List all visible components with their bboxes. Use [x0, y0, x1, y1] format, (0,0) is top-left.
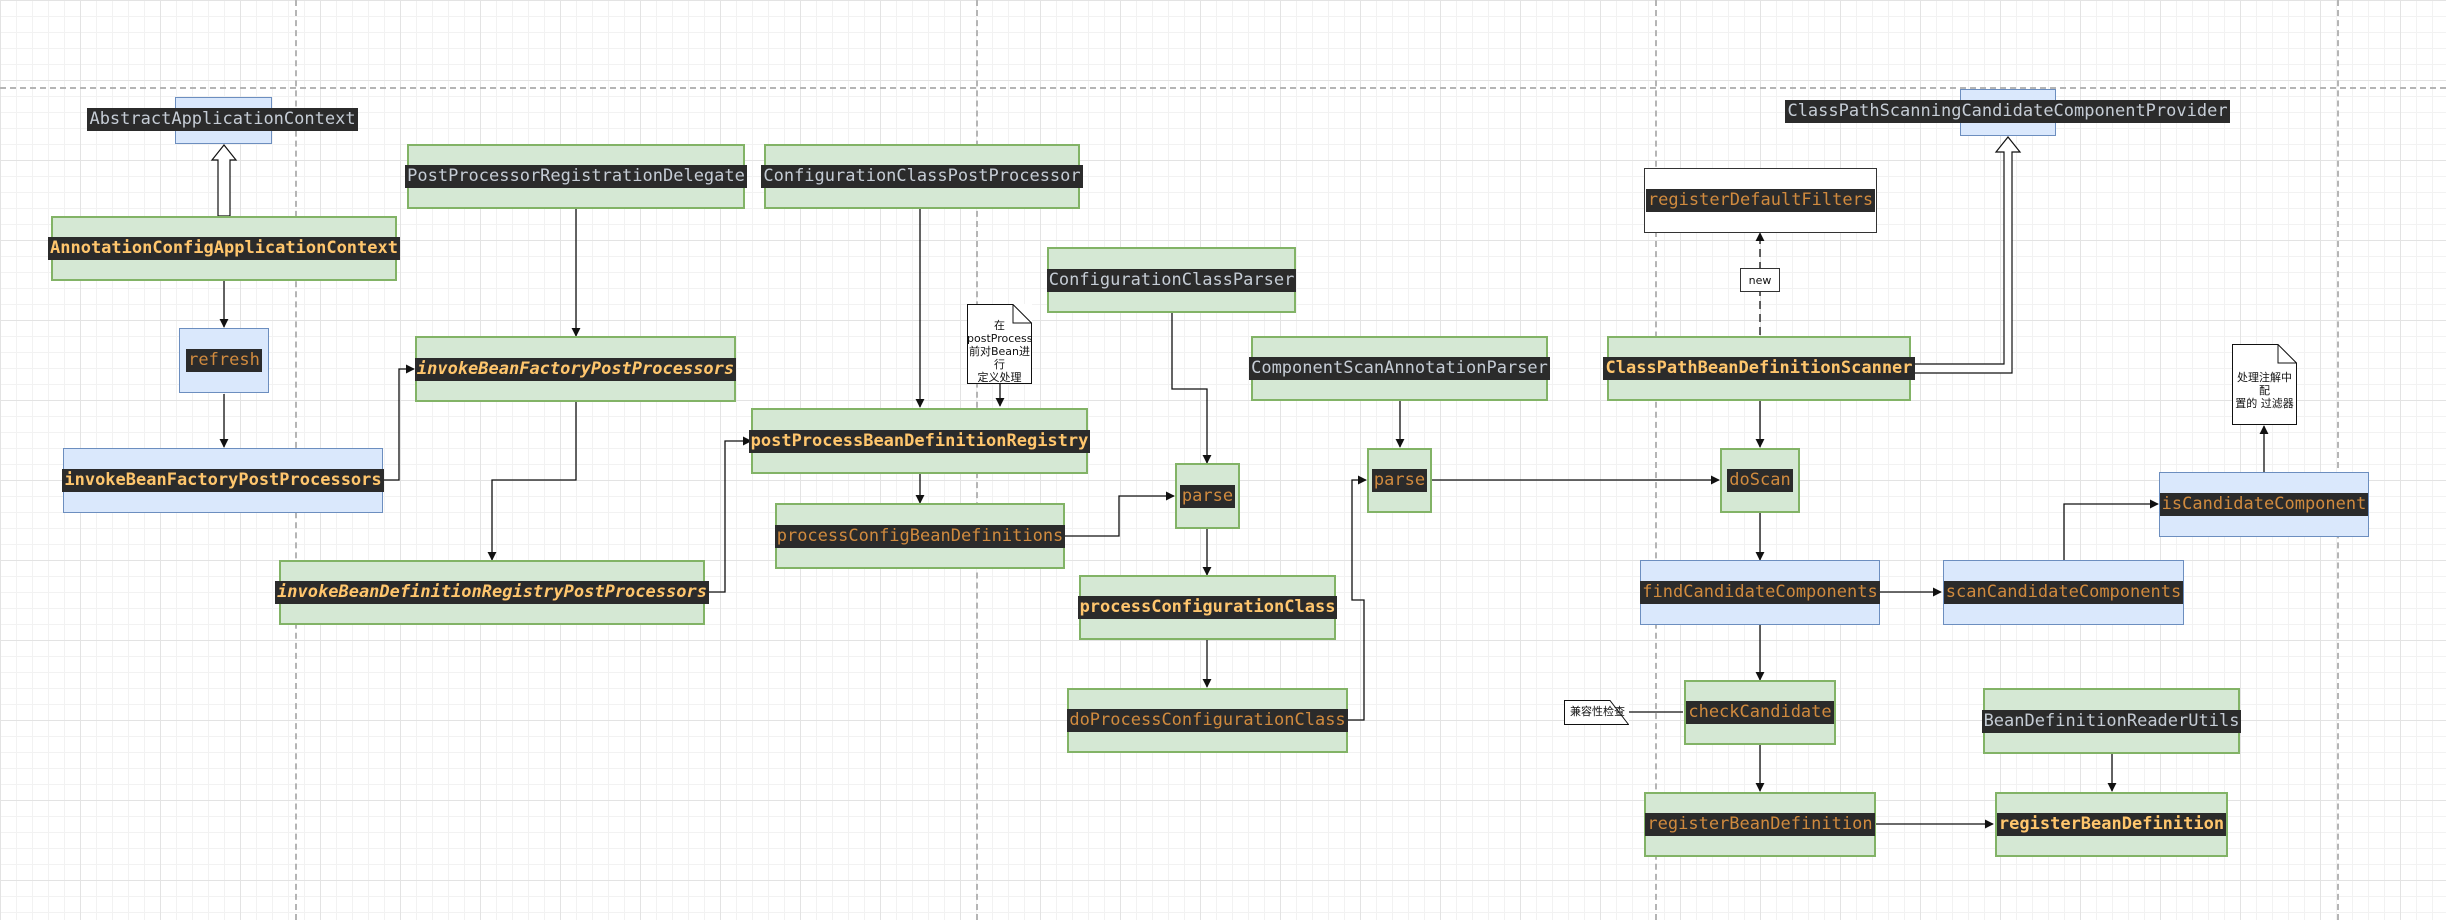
- edge-invoke-to-delegate-invoke: [383, 364, 415, 481]
- configuration-parse-label: parse: [1179, 484, 1236, 508]
- do-scan-label: doScan: [1727, 469, 1793, 492]
- scan-candidate-components-node[interactable]: scanCandidateComponents: [1943, 560, 2184, 625]
- compat-note-text: 兼容性检查: [1570, 705, 1625, 718]
- utils-register-bean-definition-label: registerBeanDefinition: [1996, 813, 2227, 836]
- configuration-class-post-processor-label: ConfigurationClassPostProcessor: [761, 165, 1083, 188]
- filter-note: 处理注解中配 置的 过滤器: [2232, 344, 2297, 425]
- bean-definition-reader-utils-node[interactable]: BeanDefinitionReaderUtils: [1981, 688, 2242, 754]
- register-default-filters-node[interactable]: registerDefaultFilters: [1644, 168, 1877, 233]
- post-process-note-line: 定义处理: [977, 371, 1022, 384]
- component-scan-parse-node[interactable]: parse: [1367, 448, 1432, 513]
- edge-parser-to-parse: [1171, 313, 1212, 464]
- edge-invoke-bdrpp-to-post-process: [705, 436, 752, 593]
- post-process-bean-definition-registry-node[interactable]: postProcessBeanDefinitionRegistry: [748, 408, 1091, 474]
- utils-register-bean-definition-node[interactable]: registerBeanDefinition: [1995, 792, 2228, 857]
- abstract-application-context-label: AbstractApplicationContext: [87, 108, 358, 131]
- configuration-class-parser-node[interactable]: ConfigurationClassParser: [1046, 247, 1297, 313]
- process-configuration-class-node[interactable]: processConfigurationClass: [1077, 575, 1338, 640]
- delegate-invoke-bean-factory-post-processors-node[interactable]: invokeBeanFactoryPostProcessors: [414, 336, 737, 402]
- check-candidate-label: checkCandidate: [1686, 701, 1834, 724]
- component-scan-annotation-parser-label: ComponentScanAnnotationParser: [1249, 357, 1550, 380]
- find-candidate-components-node[interactable]: findCandidateComponents: [1640, 560, 1880, 625]
- invoke-bean-factory-post-processors-node[interactable]: invokeBeanFactoryPostProcessors: [62, 448, 384, 513]
- scanner-register-bean-definition-label: registerBeanDefinition: [1645, 813, 1875, 836]
- do-process-configuration-class-label: doProcessConfigurationClass: [1067, 709, 1348, 732]
- compat-note: 兼容性检查: [1564, 700, 1629, 725]
- bean-definition-reader-utils-label: BeanDefinitionReaderUtils: [1981, 709, 2242, 733]
- do-process-configuration-class-node[interactable]: doProcessConfigurationClass: [1067, 688, 1348, 753]
- find-candidate-components-label: findCandidateComponents: [1640, 581, 1880, 604]
- post-process-note: 在 postProcess 前对Bean进行 定义处理: [967, 304, 1032, 384]
- configuration-parse-node[interactable]: parse: [1175, 463, 1240, 529]
- invoke-bean-factory-post-processors-label: invokeBeanFactoryPostProcessors: [62, 469, 384, 492]
- scan-candidate-components-label: scanCandidateComponents: [1943, 581, 2184, 604]
- class-path-scanning-candidate-component-provider-label: ClassPathScanningCandidateComponentProvi…: [1785, 100, 2230, 123]
- invoke-bean-definition-registry-post-processors-node[interactable]: invokeBeanDefinitionRegistryPostProcesso…: [275, 560, 709, 625]
- class-path-scanning-candidate-component-provider-label-area: ClassPathScanningCandidateComponentProvi…: [1785, 100, 2230, 123]
- annotation-config-application-context-node[interactable]: AnnotationConfigApplicationContext: [48, 216, 400, 281]
- edge-process-config-to-parse: [1065, 491, 1175, 537]
- is-candidate-component-label: isCandidateComponent: [2159, 493, 2369, 516]
- check-candidate-node[interactable]: checkCandidate: [1684, 680, 1836, 745]
- invoke-bean-definition-registry-post-processors-label: invokeBeanDefinitionRegistryPostProcesso…: [275, 581, 709, 604]
- edge-scan-candidates-to-is-candidate: [2063, 499, 2159, 560]
- configuration-class-parser-label: ConfigurationClassParser: [1046, 268, 1297, 292]
- edge-delegate-invoke-to-invoke-bdrpp: [487, 402, 577, 561]
- post-process-note-line: 在: [994, 319, 1005, 332]
- process-config-bean-definitions-node[interactable]: processConfigBeanDefinitions: [774, 503, 1066, 569]
- post-processor-registration-delegate-node[interactable]: PostProcessorRegistrationDelegate: [405, 144, 747, 209]
- diagram-canvas: AbstractApplicationContext AnnotationCon…: [0, 0, 2446, 920]
- inheritance-arrow-annotation-context: [210, 144, 238, 217]
- refresh-label: refresh: [186, 349, 262, 372]
- post-process-bean-definition-registry-label: postProcessBeanDefinitionRegistry: [748, 429, 1091, 453]
- post-process-note-line: 前对Bean进行: [968, 345, 1031, 371]
- process-config-bean-definitions-label: processConfigBeanDefinitions: [774, 524, 1066, 548]
- register-default-filters-label: registerDefaultFilters: [1645, 189, 1876, 212]
- filter-note-line: 置的 过滤器: [2235, 397, 2294, 410]
- component-scan-parse-label: parse: [1371, 469, 1428, 492]
- new-edge-label-text: new: [1748, 273, 1772, 287]
- class-path-bean-definition-scanner-node[interactable]: ClassPathBeanDefinitionScanner: [1603, 336, 1915, 401]
- inheritance-arrow-bean-definition-scanner: [1910, 136, 2022, 374]
- edge-do-process-to-scan-parse: [1348, 475, 1367, 721]
- refresh-node[interactable]: refresh: [179, 328, 269, 393]
- is-candidate-component-node[interactable]: isCandidateComponent: [2159, 472, 2369, 537]
- do-scan-node[interactable]: doScan: [1720, 448, 1800, 513]
- class-path-bean-definition-scanner-label: ClassPathBeanDefinitionScanner: [1603, 357, 1915, 380]
- post-processor-registration-delegate-label: PostProcessorRegistrationDelegate: [405, 165, 747, 188]
- post-process-note-line: postProcess: [967, 332, 1033, 345]
- component-scan-annotation-parser-node[interactable]: ComponentScanAnnotationParser: [1249, 336, 1550, 401]
- new-edge-label: new: [1740, 268, 1780, 292]
- scanner-register-bean-definition-node[interactable]: registerBeanDefinition: [1644, 792, 1876, 857]
- annotation-config-application-context-label: AnnotationConfigApplicationContext: [48, 237, 400, 260]
- configuration-class-post-processor-node[interactable]: ConfigurationClassPostProcessor: [761, 144, 1083, 209]
- abstract-application-context-label-area: AbstractApplicationContext: [87, 108, 358, 131]
- delegate-invoke-bean-factory-post-processors-label: invokeBeanFactoryPostProcessors: [414, 357, 737, 381]
- process-configuration-class-label: processConfigurationClass: [1077, 596, 1338, 619]
- filter-note-line: 处理注解中配: [2237, 371, 2292, 397]
